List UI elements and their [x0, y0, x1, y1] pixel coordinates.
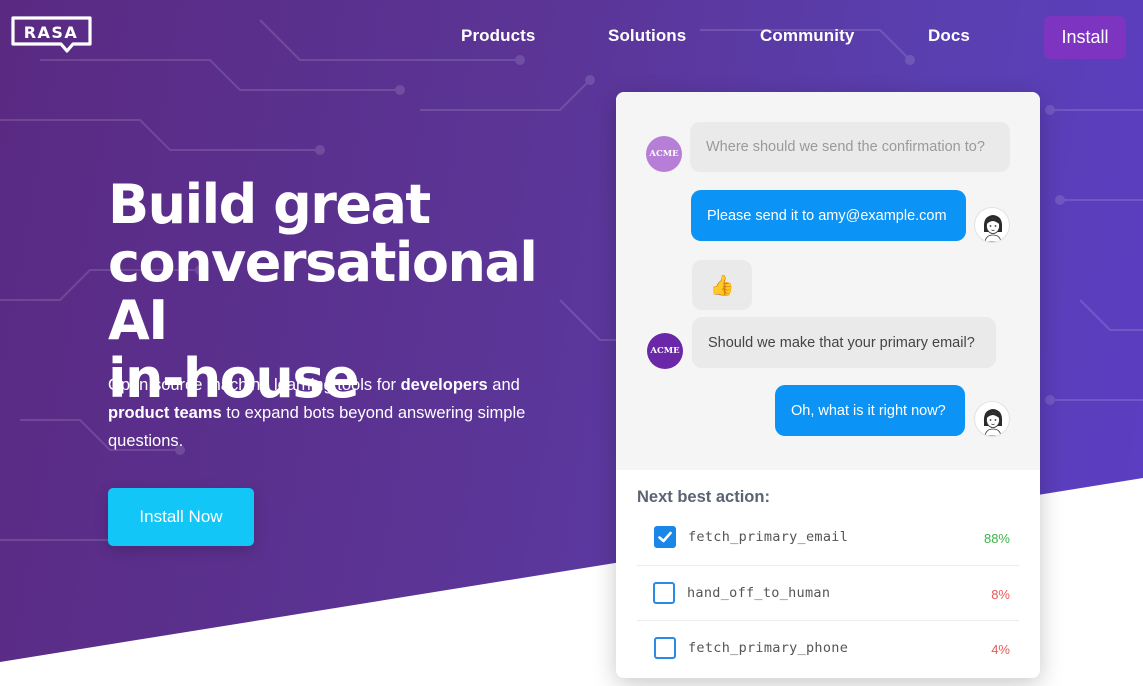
checkmark-icon	[658, 531, 672, 543]
user-message: Oh, what is it right now?	[775, 385, 965, 436]
user-message: Please send it to amy@example.com	[691, 190, 966, 241]
action-row[interactable]: fetch_primary_phone 4%	[637, 620, 1019, 675]
woman-avatar-icon	[983, 409, 1003, 436]
checkbox-checked[interactable]	[654, 526, 676, 548]
action-name: hand_off_to_human	[687, 585, 831, 601]
action-row[interactable]: hand_off_to_human 8%	[637, 565, 1019, 620]
action-percent: 8%	[991, 587, 1010, 602]
bot-message: Should we make that your primary email?	[692, 317, 996, 368]
action-row[interactable]: fetch_primary_email 88%	[637, 510, 1019, 565]
bot-avatar: ACME	[646, 136, 682, 172]
hero-subtext: Open source machine learning tools for d…	[108, 371, 548, 455]
checkbox-unchecked[interactable]	[654, 637, 676, 659]
headline-line-1: Build great	[108, 173, 431, 236]
nav-products[interactable]: Products	[461, 26, 535, 46]
bot-message: Where should we send the confirmation to…	[690, 122, 1010, 172]
user-avatar	[974, 401, 1010, 437]
rasa-logo[interactable]: RASA	[11, 16, 93, 54]
next-best-action-title: Next best action:	[637, 488, 770, 506]
nav-solutions[interactable]: Solutions	[608, 26, 686, 46]
action-percent: 4%	[991, 642, 1010, 657]
nav-community[interactable]: Community	[760, 26, 854, 46]
logo-text: RASA	[24, 23, 79, 42]
subtext-part-1: Open source machine learning tools for	[108, 376, 401, 394]
woman-avatar-icon	[983, 215, 1003, 242]
subtext-product-teams: product teams	[108, 404, 222, 422]
action-name: fetch_primary_phone	[688, 640, 849, 656]
install-button[interactable]: Install	[1044, 16, 1126, 59]
next-best-action-panel: Next best action: fetch_primary_email 88…	[616, 470, 1040, 678]
headline-line-2: conversational AI	[108, 231, 538, 352]
action-name: fetch_primary_email	[688, 529, 849, 545]
bot-avatar: ACME	[647, 333, 683, 369]
subtext-developers: developers	[400, 376, 488, 394]
user-avatar	[974, 207, 1010, 243]
thumbs-up-message: 👍	[692, 260, 752, 310]
install-now-button[interactable]: Install Now	[108, 488, 254, 546]
chat-area: ACME Where should we send the confirmati…	[616, 92, 1040, 470]
chat-demo-card: ACME Where should we send the confirmati…	[616, 92, 1040, 678]
action-percent: 88%	[983, 531, 1010, 546]
subtext-part-2: and	[487, 376, 520, 394]
nav-docs[interactable]: Docs	[928, 26, 970, 46]
checkbox-unchecked[interactable]	[653, 582, 675, 604]
